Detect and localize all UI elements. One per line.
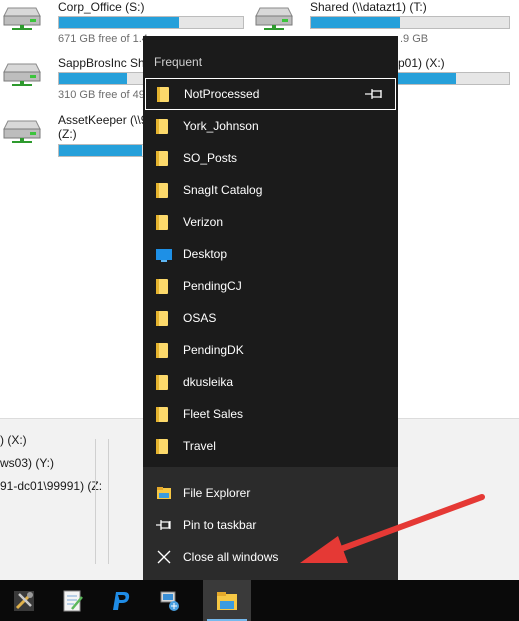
folder-icon	[156, 150, 172, 166]
jump-item-travel[interactable]: Travel	[143, 430, 398, 462]
drive-usage-bar	[58, 16, 244, 29]
task-file-explorer[interactable]: File Explorer	[143, 477, 398, 509]
jump-item-label: NotProcessed	[184, 87, 260, 101]
task-label: Close all windows	[183, 550, 279, 564]
jump-item-label: PendingDK	[183, 343, 244, 357]
folder-icon	[156, 310, 172, 326]
jump-item-so-posts[interactable]: SO_Posts	[143, 142, 398, 174]
task-label: File Explorer	[183, 486, 251, 500]
tools-icon	[14, 590, 34, 611]
jump-item-label: Desktop	[183, 247, 228, 261]
jump-item-label: dkusleika	[183, 375, 234, 389]
taskbar-app-network[interactable]	[146, 580, 194, 621]
notepad-icon	[63, 590, 83, 611]
network-drive-icon	[3, 120, 41, 143]
task-pin-to-taskbar[interactable]: Pin to taskbar	[143, 509, 398, 541]
jump-item-snagit-catalog[interactable]: SnagIt Catalog	[143, 174, 398, 206]
jump-item-pendingcj[interactable]: PendingCJ	[143, 270, 398, 302]
jump-item-label: Verizon	[183, 215, 224, 229]
folder-icon	[156, 118, 172, 134]
drive-name: Shared (\\datazt1) (T:)	[310, 0, 427, 14]
taskbar-app-tools[interactable]	[0, 580, 48, 621]
jump-item-dkusleika[interactable]: dkusleika	[143, 366, 398, 398]
file-explorer-icon	[156, 485, 172, 501]
drive-name: p01) (X:)	[398, 56, 445, 70]
task-label: Pin to taskbar	[183, 518, 257, 532]
file-explorer-icon	[217, 591, 237, 610]
pin-icon[interactable]	[365, 88, 385, 100]
pin-icon	[156, 517, 172, 533]
network-icon	[160, 591, 179, 611]
network-drive-icon	[255, 7, 293, 30]
folder-icon	[156, 374, 172, 390]
taskbar-app-paypal[interactable]	[97, 580, 145, 621]
drive-name: SappBrosInc Sha	[58, 56, 152, 70]
jump-item-york-johnson[interactable]: York_Johnson	[143, 110, 398, 142]
list-item[interactable]: ) (X:)	[0, 433, 27, 447]
task-close-all-windows[interactable]: Close all windows	[143, 541, 398, 573]
taskbar-app-notepad[interactable]	[48, 580, 96, 621]
jump-item-desktop[interactable]: Desktop	[143, 238, 398, 270]
taskbar	[0, 580, 519, 621]
jump-list-tasks: File Explorer Pin to taskbar Close all w…	[143, 467, 398, 580]
jump-item-osas[interactable]: OSAS	[143, 302, 398, 334]
list-item[interactable]: ws03) (Y:)	[0, 456, 54, 470]
jump-item-pendingdk[interactable]: PendingDK	[143, 334, 398, 366]
jump-item-label: Travel	[183, 439, 216, 453]
jump-item-label: PendingCJ	[183, 279, 242, 293]
folder-icon	[156, 278, 172, 294]
drive-name: AssetKeeper (\\9	[58, 113, 148, 127]
drive-name: Corp_Office (S:)	[58, 0, 145, 14]
taskbar-app-file-explorer[interactable]	[203, 580, 251, 621]
folder-icon	[156, 406, 172, 422]
drive-letter: (Z:)	[58, 127, 77, 141]
jump-item-label: SnagIt Catalog	[183, 183, 263, 197]
drive-free-space: 671 GB free of 1.4	[58, 33, 148, 45]
frequent-heading: Frequent	[154, 55, 203, 69]
paypal-icon	[113, 591, 130, 610]
jump-list: Frequent NotProcessed York_Johnson SO_Po…	[143, 36, 398, 580]
drive-free-space: .9 GB	[400, 33, 429, 45]
drive-free-space: 310 GB free of 49	[58, 89, 145, 101]
network-drive-icon	[3, 7, 41, 30]
desktop-icon	[156, 246, 172, 262]
folder-icon	[156, 182, 172, 198]
jump-item-label: SO_Posts	[183, 151, 238, 165]
jump-item-label: Fleet Sales	[183, 407, 244, 421]
folder-icon	[157, 86, 173, 102]
jump-item-label: OSAS	[183, 311, 217, 325]
close-icon	[156, 549, 172, 565]
jump-item-fleet-sales[interactable]: Fleet Sales	[143, 398, 398, 430]
jump-item-verizon[interactable]: Verizon	[143, 206, 398, 238]
column-divider	[95, 439, 96, 564]
folder-icon	[156, 342, 172, 358]
column-divider	[108, 439, 109, 564]
folder-icon	[156, 214, 172, 230]
jump-item-label: York_Johnson	[183, 119, 259, 133]
drive-usage-bar	[310, 16, 510, 29]
jump-item-notprocessed[interactable]: NotProcessed	[145, 78, 396, 110]
network-drive-icon	[3, 63, 41, 86]
folder-icon	[156, 438, 172, 454]
list-item[interactable]: 91-dc01\99991) (Z:	[0, 479, 102, 493]
